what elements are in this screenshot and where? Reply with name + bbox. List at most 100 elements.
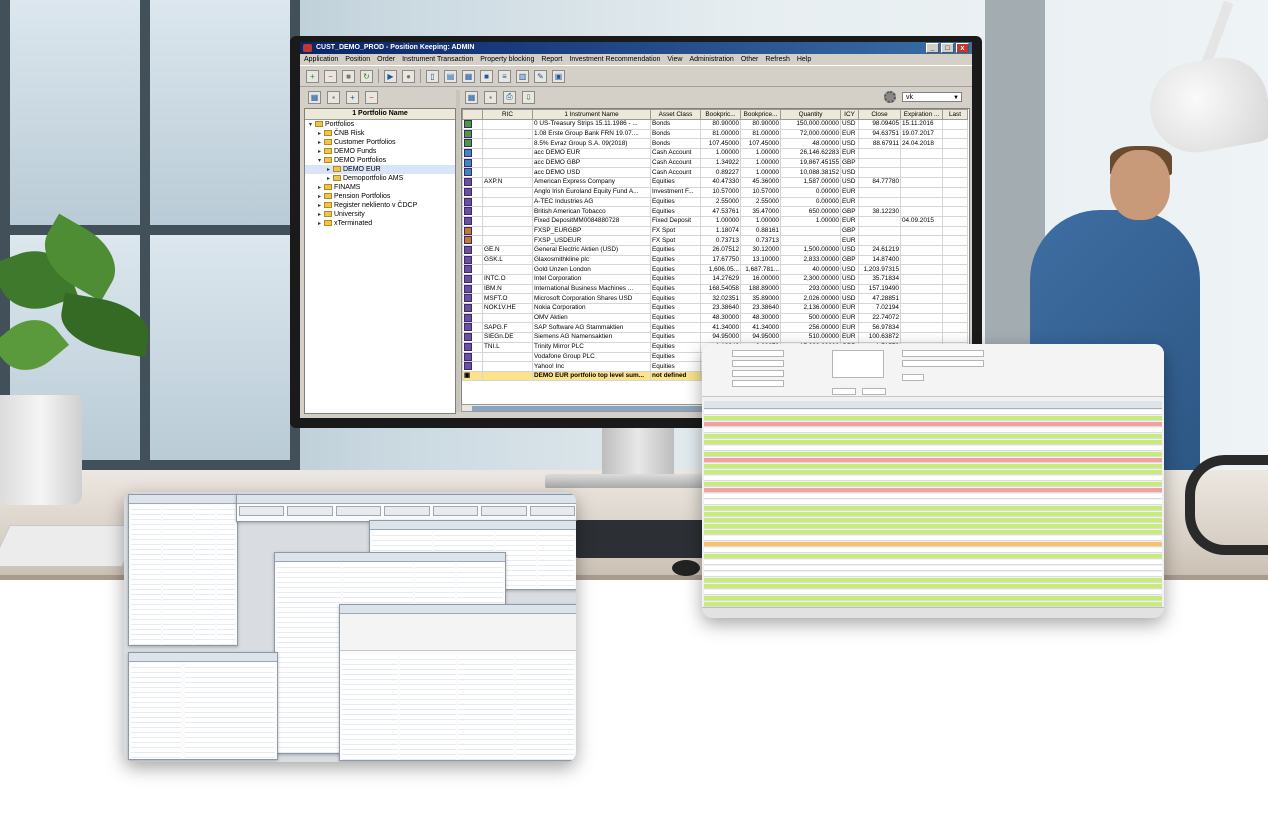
menu-investment-recommendation[interactable]: Investment Recommendation <box>569 54 660 65</box>
tree-add-icon[interactable]: + <box>346 90 359 104</box>
cell-bp1: 94.95000 <box>700 332 741 343</box>
play-icon[interactable]: ▶ <box>384 69 397 83</box>
column-header-instrument-name[interactable]: 1 Instrument Name <box>532 109 651 120</box>
delete-position-icon[interactable]: − <box>324 69 337 83</box>
new-position-icon[interactable]: + <box>306 69 319 83</box>
tree-item[interactable]: ▸ DEMO EUR <box>305 165 455 174</box>
menu-order[interactable]: Order <box>377 54 395 65</box>
table-row[interactable]: acc DEMO EUR Cash Account 1.00000 1.00000 26… <box>462 148 968 159</box>
close-button[interactable]: x <box>956 43 969 53</box>
tree-item[interactable]: ▸ Demoportfolio AMS <box>305 174 455 183</box>
view-select[interactable]: vk ▼ <box>902 92 962 102</box>
report-icon[interactable]: ▤ <box>444 69 457 83</box>
menu-application[interactable]: Application <box>304 54 338 65</box>
table-row[interactable]: IBM.N International Business Machines ...… <box>462 283 968 295</box>
menu-other[interactable]: Other <box>741 54 759 65</box>
tree-item[interactable]: ▸ University <box>305 210 455 219</box>
grid-view-icon[interactable]: ▦ <box>465 90 478 104</box>
table-row[interactable]: Anglo Irish Euroland Equity Fund A... Inv… <box>462 186 968 198</box>
table-row[interactable]: FXSP_EURGBP FX Spot 1.18074 0.88161 GBP <box>462 225 968 237</box>
minimize-button[interactable]: _ <box>926 43 939 53</box>
table-row[interactable]: 8.5% Evraz Group S.A. 09(2018) Bonds 107.4… <box>462 138 968 150</box>
grid-gray-icon[interactable]: ▪ <box>484 90 497 104</box>
table-row[interactable]: Fixed DepositMM0084880728 Fixed Deposit 1.… <box>462 215 968 227</box>
disabled-action-icon[interactable]: ■ <box>342 69 355 83</box>
column-header-asset-class[interactable]: Asset Class <box>650 109 701 120</box>
column-header-close[interactable]: Close <box>858 109 901 120</box>
instrument-type-icon <box>464 362 472 371</box>
table-row[interactable]: OMV Aktien Equities 48.30000 48.30000 500.00… <box>462 312 968 324</box>
menu-view[interactable]: View <box>667 54 682 65</box>
column-header[interactable] <box>462 109 483 120</box>
calculator-icon[interactable]: ▣ <box>552 69 565 83</box>
transaction-row <box>704 458 1162 463</box>
gear-icon[interactable] <box>884 91 896 103</box>
panel-splitter[interactable] <box>456 90 460 412</box>
list-icon[interactable]: ≡ <box>498 69 511 83</box>
column-header-bookprice[interactable]: Bookpric... <box>700 109 741 120</box>
notebook <box>0 525 142 567</box>
cell-cy: USD <box>840 283 859 295</box>
tree-remove-icon[interactable]: − <box>365 90 378 104</box>
document-icon[interactable]: ▯ <box>426 69 439 83</box>
menu-position[interactable]: Position <box>345 54 370 65</box>
tree-item[interactable]: ▸ ČNB Risk <box>305 129 455 138</box>
table-row[interactable]: MSFT.O Microsoft Corporation Shares USD Eq… <box>462 293 968 305</box>
calendar-icon[interactable]: ▦ <box>462 69 475 83</box>
menu-property-blocking[interactable]: Property blocking <box>480 54 534 65</box>
tree-item[interactable]: ▸ xTerminated <box>305 219 455 228</box>
chart-icon[interactable]: ▥ <box>516 69 529 83</box>
table-row[interactable]: 1.08 Erste Group Bank FRN 19.07.... Bonds… <box>462 128 968 140</box>
menu-report[interactable]: Report <box>541 54 562 65</box>
table-row[interactable]: GE.N General Electric Aktien (USD) Equitie… <box>462 244 968 256</box>
tree-item[interactable]: ▸ DEMO Funds <box>305 147 455 156</box>
tree-item[interactable]: ▸ FINAMS <box>305 183 455 192</box>
transaction-row <box>704 488 1162 493</box>
table-row[interactable]: acc DEMO USD Cash Account 0.89227 1.00000 10… <box>462 167 968 179</box>
table-row[interactable]: INTC.O Intel Corporation Equities 14.27629 1… <box>462 274 968 285</box>
table-row[interactable]: Gold Unzen London Equities 1,606.05... 1,68… <box>462 264 968 275</box>
table-row[interactable]: British American Tobacco Equities 47.53761… <box>462 206 968 217</box>
instrument-type-icon <box>464 197 472 206</box>
table-row[interactable]: GSK.L Glaxosmithkline plc Equities 17.67750… <box>462 254 968 266</box>
table-row[interactable]: SIEGn.DE Siemens AG Namensaktien Equities 9… <box>462 332 968 343</box>
column-header-last[interactable]: Last <box>942 109 968 120</box>
menu-administration[interactable]: Administration <box>689 54 733 65</box>
tree-item[interactable]: ▸ Customer Portfolios <box>305 138 455 147</box>
column-header-expiration[interactable]: Expiration ... <box>900 109 943 120</box>
tree-grid-icon[interactable]: ▦ <box>308 90 321 104</box>
column-header-ric[interactable]: RIC <box>482 109 533 120</box>
row-type-cell <box>462 293 483 305</box>
cell-bp2: 35.89000 <box>740 293 781 305</box>
tree-gray-icon[interactable]: ▪ <box>327 90 340 104</box>
menu-instrument-transaction[interactable]: Instrument Transaction <box>402 54 473 65</box>
edit-icon[interactable]: ✎ <box>534 69 547 83</box>
tree-column-header[interactable]: 1 Portfolio Name <box>305 109 455 120</box>
blue-box-icon[interactable]: ■ <box>480 69 493 83</box>
tree-item[interactable]: ▸ Pension Portfolios <box>305 192 455 201</box>
table-row[interactable]: NOK1V.HE Nokia Corporation Equities 23.3864… <box>462 303 968 314</box>
cell-bp2: 1,687.781... <box>740 264 781 275</box>
plant-pot <box>0 395 82 505</box>
cell-qty: 26,146.62283 <box>780 148 841 159</box>
table-row[interactable]: A-TEC Industries AG Equities 2.55000 2.5500… <box>462 196 968 208</box>
maximize-button[interactable]: □ <box>941 43 954 53</box>
table-row[interactable]: acc DEMO GBP Cash Account 1.34922 1.00000 19… <box>462 157 968 169</box>
column-header-quantity[interactable]: Quantity <box>780 109 841 120</box>
table-row[interactable]: 0 US-Treasury Strips 15.11.1986 - ... Bon… <box>462 119 968 130</box>
table-row[interactable]: AXP.N American Express Company Equities 40.… <box>462 177 968 188</box>
menu-refresh[interactable]: Refresh <box>765 54 790 65</box>
tree-item[interactable]: ▾ Portfolios <box>305 120 455 129</box>
tree-item[interactable]: ▾ DEMO Portfolios <box>305 156 455 165</box>
tree-item[interactable]: ▸ Register nekliento v ČDCP <box>305 201 455 210</box>
column-header-icy[interactable]: ICY <box>840 109 859 120</box>
print-icon[interactable]: ⎙ <box>503 90 516 104</box>
menu-help[interactable]: Help <box>797 54 811 65</box>
folder-icon <box>324 220 332 227</box>
table-row[interactable]: FXSP_USDEUR FX Spot 0.73713 0.73713 EUR <box>462 235 968 246</box>
stop-icon[interactable]: ● <box>402 69 415 83</box>
column-header-bookprice-2[interactable]: Bookprice... <box>740 109 781 120</box>
table-row[interactable]: SAPG.F SAP Software AG Stammaktien Equitie… <box>462 322 968 334</box>
export-icon[interactable]: ⇩ <box>522 90 535 104</box>
refresh-icon[interactable]: ↻ <box>360 69 373 83</box>
